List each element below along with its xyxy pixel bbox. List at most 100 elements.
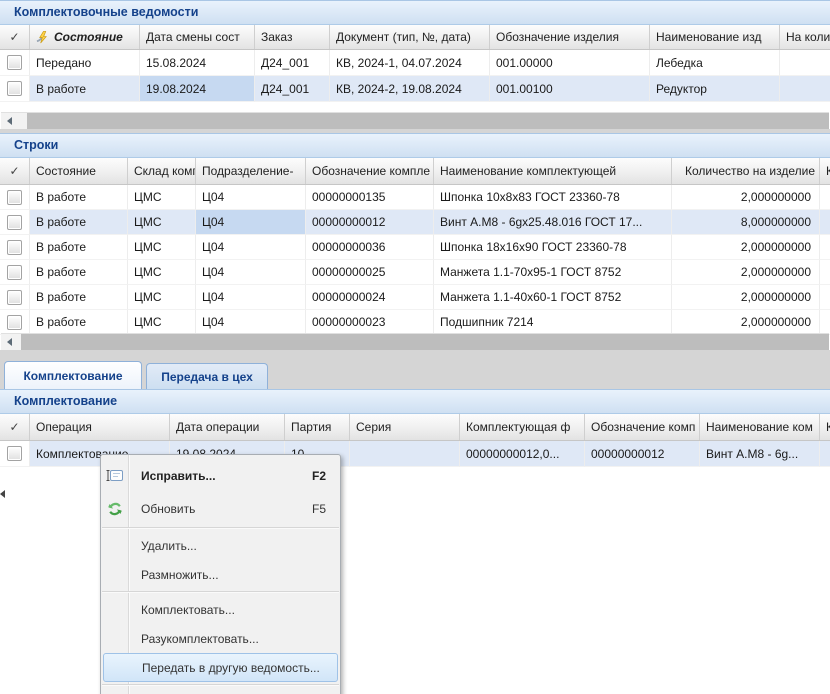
menu-item-transfer-to-other-sheet[interactable]: Передать в другую ведомость... <box>103 653 338 682</box>
column-header-document[interactable]: Документ (тип, №, дата) <box>330 25 490 49</box>
cell-extra <box>820 285 830 310</box>
horizontal-scrollbar[interactable] <box>1 333 829 350</box>
table-row[interactable]: Передано 15.08.2024 Д24_001 КВ, 2024-1, … <box>0 50 830 76</box>
cell-component-code: 00000000135 <box>306 185 434 210</box>
row-checkbox[interactable] <box>7 190 22 205</box>
column-header-quantity[interactable]: На колич <box>780 25 830 49</box>
cell-qty: 2,000000000 <box>672 235 820 260</box>
table-row[interactable]: В работе ЦМС Ц04 00000000025 Манжета 1.1… <box>0 260 830 285</box>
lines-grid-header: ✓ Состояние Склад комп Подразделение- Об… <box>0 158 830 185</box>
cell-division-focused: Ц04 <box>196 210 306 235</box>
cell-extra <box>820 260 830 285</box>
row-checkbox[interactable] <box>7 55 22 70</box>
cell-warehouse: ЦМС <box>128 210 196 235</box>
cell-product-name: Лебедка <box>650 50 780 76</box>
row-checkbox[interactable] <box>7 215 22 230</box>
row-checkbox-cell <box>0 185 30 210</box>
refresh-icon <box>106 500 124 518</box>
cell-state: В работе <box>30 210 128 235</box>
scroll-left-arrow-icon[interactable] <box>1 113 18 129</box>
select-all-column-header[interactable]: ✓ <box>0 25 30 49</box>
column-header-series[interactable]: Серия <box>350 414 460 440</box>
table-row-selected[interactable]: В работе 19.08.2024 Д24_001 КВ, 2024-2, … <box>0 76 830 102</box>
column-header-order[interactable]: Заказ <box>255 25 330 49</box>
menu-item-refresh[interactable]: Обновить F5 <box>101 492 340 525</box>
column-header-component-code[interactable]: Обозначение комп <box>585 414 700 440</box>
cell-state: В работе <box>30 76 140 102</box>
cell-state-date-focused: 19.08.2024 <box>140 76 255 102</box>
tab-picking[interactable]: Комплектование <box>4 361 142 389</box>
cell-state: В работе <box>30 185 128 210</box>
cell-order: Д24_001 <box>255 76 330 102</box>
app-window: Комплектовочные ведомости ✓ Состояние Да… <box>0 0 830 694</box>
row-checkbox-cell <box>0 260 30 285</box>
column-header-state-date[interactable]: Дата смены сост <box>140 25 255 49</box>
column-header-product-code[interactable]: Обозначение изделия <box>490 25 650 49</box>
menu-item-pick[interactable]: Комплектовать... <box>101 595 340 624</box>
cell-series <box>350 441 460 467</box>
scrollbar-thumb[interactable] <box>27 113 829 129</box>
cell-order: Д24_001 <box>255 50 330 76</box>
scrollbar-thumb[interactable] <box>21 334 829 350</box>
shortcut-label: F5 <box>312 502 326 516</box>
table-row[interactable]: В работе ЦМС Ц04 00000000023 Подшипник 7… <box>0 310 830 335</box>
table-row-selected[interactable]: В работе ЦМС Ц04 00000000012 Винт А.М8 -… <box>0 210 830 235</box>
row-checkbox[interactable] <box>7 315 22 330</box>
row-checkbox[interactable] <box>7 265 22 280</box>
column-header-operation-date[interactable]: Дата операции <box>170 414 285 440</box>
table-row[interactable]: В работе ЦМС Ц04 00000000135 Шпонка 10х8… <box>0 185 830 210</box>
menu-item-unpick[interactable]: Разукомплектовать... <box>101 624 340 653</box>
cell-product-code: 001.00000 <box>490 50 650 76</box>
column-header-state[interactable]: Состояние <box>30 25 140 49</box>
row-checkbox-cell <box>0 285 30 310</box>
column-header-component-f[interactable]: Комплектующая ф <box>460 414 585 440</box>
cell-document: КВ, 2024-2, 19.08.2024 <box>330 76 490 102</box>
cell-component-name: Манжета 1.1-70х95-1 ГОСТ 8752 <box>434 260 672 285</box>
table-row[interactable]: В работе ЦМС Ц04 00000000036 Шпонка 18х1… <box>0 235 830 260</box>
menu-item-delete[interactable]: Удалить... <box>101 531 340 560</box>
row-checkbox[interactable] <box>7 446 22 461</box>
cell-division: Ц04 <box>196 310 306 335</box>
column-header-operation[interactable]: Операция <box>30 414 170 440</box>
cell-quantity: 1 <box>780 50 830 76</box>
menu-separator <box>102 527 339 529</box>
cell-division: Ц04 <box>196 260 306 285</box>
column-header-state[interactable]: Состояние <box>30 158 128 184</box>
column-header-product-name[interactable]: Наименование изд <box>650 25 780 49</box>
cell-qty: 2,000000000 <box>672 285 820 310</box>
menu-item-edit[interactable]: Исправить... F2 <box>101 459 340 492</box>
picking-panel-title: Комплектование <box>0 390 830 414</box>
column-header-extra[interactable]: К <box>820 414 830 440</box>
column-header-batch[interactable]: Партия <box>285 414 350 440</box>
horizontal-scrollbar[interactable] <box>1 112 829 129</box>
menu-separator <box>102 684 339 686</box>
edit-icon <box>106 467 124 485</box>
scroll-left-arrow-icon[interactable] <box>0 487 8 501</box>
column-header-extra[interactable]: К <box>820 158 830 184</box>
column-header-qty-per-product[interactable]: Количество на изделие <box>672 158 820 184</box>
cell-extra <box>820 185 830 210</box>
column-header-division[interactable]: Подразделение- <box>196 158 306 184</box>
cell-component-code: 00000000036 <box>306 235 434 260</box>
row-checkbox[interactable] <box>7 81 22 96</box>
column-header-component-name[interactable]: Наименование комплектующей <box>434 158 672 184</box>
table-row[interactable]: В работе ЦМС Ц04 00000000024 Манжета 1.1… <box>0 285 830 310</box>
cell-qty: 2,000000000 <box>672 260 820 285</box>
lines-panel: Строки ✓ Состояние Склад комп Подразделе… <box>0 133 830 350</box>
column-header-component-name[interactable]: Наименование ком <box>700 414 820 440</box>
cell-warehouse: ЦМС <box>128 235 196 260</box>
cell-extra <box>820 441 830 467</box>
cell-document: КВ, 2024-1, 04.07.2024 <box>330 50 490 76</box>
cell-component-code: 00000000024 <box>306 285 434 310</box>
select-all-column-header[interactable]: ✓ <box>0 158 30 184</box>
cell-warehouse: ЦМС <box>128 310 196 335</box>
menu-item-duplicate[interactable]: Размножить... <box>101 560 340 589</box>
tab-transfer-to-shop[interactable]: Передача в цех <box>146 363 268 389</box>
select-all-column-header[interactable]: ✓ <box>0 414 30 440</box>
cell-state-date: 15.08.2024 <box>140 50 255 76</box>
scroll-left-arrow-icon[interactable] <box>1 334 18 350</box>
column-header-warehouse[interactable]: Склад комп <box>128 158 196 184</box>
row-checkbox[interactable] <box>7 240 22 255</box>
row-checkbox[interactable] <box>7 290 22 305</box>
column-header-component-code[interactable]: Обозначение компле <box>306 158 434 184</box>
